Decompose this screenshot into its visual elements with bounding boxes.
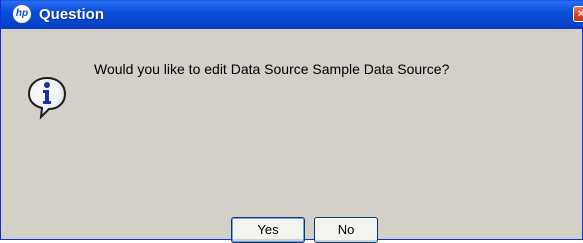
- dialog-message: Would you like to edit Data Source Sampl…: [94, 61, 450, 77]
- no-button[interactable]: No: [314, 217, 378, 243]
- info-icon: [27, 76, 67, 120]
- yes-button[interactable]: Yes: [231, 217, 305, 243]
- title-bar[interactable]: hp Question ×: [1, 0, 583, 29]
- dialog-title: Question: [39, 6, 105, 23]
- question-dialog: hp Question × Would you like to edit Dat…: [0, 0, 583, 243]
- close-button[interactable]: ×: [573, 6, 583, 22]
- hp-logo-icon: hp: [13, 5, 31, 23]
